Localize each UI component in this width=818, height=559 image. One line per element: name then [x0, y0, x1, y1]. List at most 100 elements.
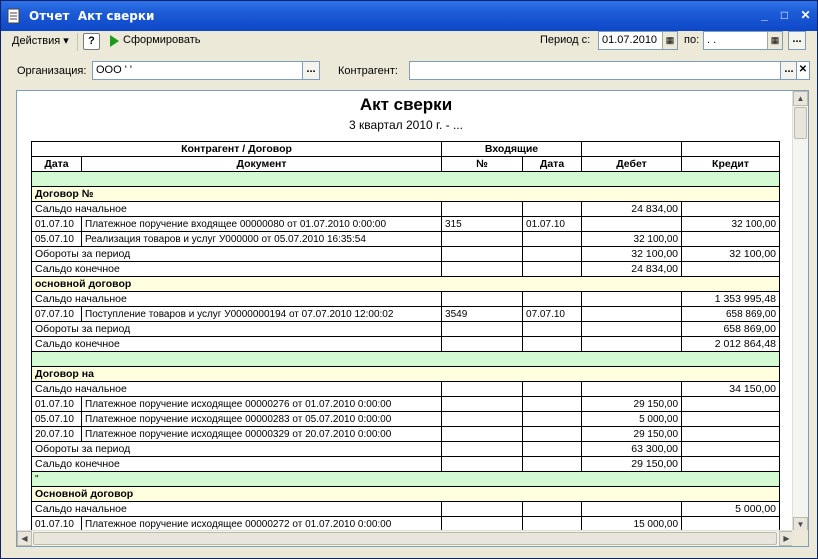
header-credit: Кредит: [681, 156, 781, 172]
toolbar-separator: [77, 33, 78, 51]
period-to-value: . .: [707, 34, 717, 46]
close-icon[interactable]: ✕: [796, 7, 815, 25]
table-row[interactable]: 01.07.10 Платежное поручение входящее 000…: [31, 216, 781, 232]
incoming-date-cell: [522, 261, 583, 277]
debit-cell: 29 150,00: [581, 426, 683, 442]
header-contractor-contract: Контрагент / Договор: [30, 141, 443, 157]
organization-select-button[interactable]: ...: [302, 61, 320, 80]
contract-cell: Основной договор: [30, 486, 781, 502]
minimize-icon[interactable]: _: [755, 7, 774, 25]
incoming-date-cell: [522, 426, 583, 442]
calendar-icon[interactable]: ▦: [662, 32, 677, 49]
contractor-input[interactable]: [409, 61, 781, 80]
contract-cell: Договор на: [30, 366, 781, 382]
table-row[interactable]: Сальдо начальное 34 150,00: [30, 381, 781, 397]
debit-cell: [581, 336, 683, 352]
table-row[interactable]: Обороты за период 63 300,00: [30, 441, 781, 457]
table-row[interactable]: Обороты за период 658 869,00: [30, 321, 781, 337]
actions-menu[interactable]: Действия ▾: [12, 34, 69, 47]
contractor-cell: [30, 171, 781, 187]
incoming-date-cell: [522, 336, 583, 352]
number-cell: [441, 336, 524, 352]
credit-cell: [681, 201, 781, 217]
debit-cell: 32 100,00: [581, 231, 683, 247]
credit-cell: [681, 231, 781, 247]
generate-button[interactable]: Сформировать: [123, 34, 201, 46]
table-row[interactable]: [30, 171, 781, 187]
organization-input[interactable]: ООО ' ': [92, 61, 303, 80]
row-label-cell: Обороты за период: [30, 321, 443, 337]
number-cell: [441, 321, 524, 337]
horizontal-scroll-thumb[interactable]: [33, 532, 777, 545]
table-row[interactable]: Сальдо начальное 24 834,00: [30, 201, 781, 217]
table-row[interactable]: 05.07.10 Платежное поручение исходящее 00…: [31, 411, 781, 427]
credit-cell: [681, 426, 781, 442]
table-row[interactable]: Сальдо начальное 1 353 995,48: [30, 291, 781, 307]
row-label-cell: Сальдо начальное: [30, 201, 443, 217]
credit-cell: 658 869,00: [681, 321, 781, 337]
table-row[interactable]: Договор №: [30, 186, 781, 202]
date-cell: 01.07.10: [31, 216, 82, 232]
incoming-date-cell: [522, 321, 583, 337]
table-row[interactable]: 20.07.10 Платежное поручение исходящее 00…: [31, 426, 781, 442]
help-icon[interactable]: ?: [83, 33, 100, 50]
scroll-left-icon[interactable]: ◀: [17, 531, 32, 546]
header-debit: Дебет: [581, 156, 683, 172]
calendar-icon[interactable]: ▦: [767, 32, 782, 49]
table-row[interactable]: 01.07.10 Платежное поручение исходящее 00…: [31, 396, 781, 412]
debit-cell: 29 150,00: [581, 456, 683, 472]
row-label-cell: Обороты за период: [30, 246, 443, 262]
play-icon[interactable]: [110, 35, 119, 47]
credit-cell: 2 012 864,48: [681, 336, 781, 352]
table-row[interactable]: Основной договор: [30, 486, 781, 502]
table-row[interactable]: Договор на: [30, 366, 781, 382]
debit-cell: [581, 321, 683, 337]
incoming-date-cell: [522, 231, 583, 247]
scroll-up-icon[interactable]: ▲: [793, 91, 808, 106]
table-row[interactable]: ": [30, 471, 781, 487]
credit-cell: [681, 411, 781, 427]
document-cell: Платежное поручение исходящее 00000329 о…: [80, 426, 443, 442]
table-row[interactable]: Сальдо конечное 29 150,00: [30, 456, 781, 472]
incoming-date-cell: 07.07.10: [522, 306, 583, 322]
period-to-input[interactable]: . . ▦: [703, 31, 783, 50]
row-label-cell: Сальдо конечное: [30, 336, 443, 352]
period-from-label: Период с:: [540, 34, 591, 46]
credit-cell: [681, 456, 781, 472]
debit-cell: [581, 501, 683, 517]
period-from-input[interactable]: 01.07.2010 ▦: [598, 31, 678, 50]
vertical-scrollbar[interactable]: ▲ ▼: [792, 91, 808, 532]
debit-cell: 24 834,00: [581, 201, 683, 217]
toolbar: Действия ▾ ? Сформировать Период с: по:: [1, 31, 817, 53]
date-cell: 05.07.10: [31, 411, 82, 427]
credit-cell: 1 353 995,48: [681, 291, 781, 307]
table-row[interactable]: [30, 351, 781, 367]
contractor-cell: [30, 351, 781, 367]
number-cell: [441, 201, 524, 217]
table-row[interactable]: 07.07.10 Поступление товаров и услуг У000…: [31, 306, 781, 322]
debit-cell: 63 300,00: [581, 441, 683, 457]
maximize-icon[interactable]: □: [775, 7, 794, 25]
document-cell: Платежное поручение исходящее 00000283 о…: [80, 411, 443, 427]
table-row[interactable]: Сальдо конечное 2 012 864,48: [30, 336, 781, 352]
incoming-date-cell: [522, 441, 583, 457]
incoming-date-cell: [522, 456, 583, 472]
incoming-date-cell: [522, 501, 583, 517]
table-row[interactable]: Обороты за период 32 100,00 32 100,00: [30, 246, 781, 262]
table-row[interactable]: Сальдо конечное 24 834,00: [30, 261, 781, 277]
header-number: №: [441, 156, 524, 172]
table-row[interactable]: Сальдо начальное 5 000,00: [30, 501, 781, 517]
table-row[interactable]: основной договор: [30, 276, 781, 292]
document-cell: Реализация товаров и услуг У000000 от 05…: [80, 231, 443, 247]
vertical-scroll-thumb[interactable]: [794, 107, 807, 139]
header-empty: [581, 141, 683, 157]
contractor-clear-icon[interactable]: ✕: [796, 61, 810, 80]
incoming-date-cell: 01.07.10: [522, 216, 583, 232]
period-to-label: по:: [684, 34, 700, 46]
period-select-button[interactable]: ...: [788, 31, 806, 50]
report-area[interactable]: Акт сверки 3 квартал 2010 г. - ... Контр…: [16, 90, 809, 547]
title-bar[interactable]: Отчет Акт сверки _ □ ✕: [1, 1, 817, 31]
horizontal-scrollbar[interactable]: ◀ ▶: [17, 530, 794, 546]
organization-label: Организация:: [17, 65, 87, 77]
table-row[interactable]: 05.07.10 Реализация товаров и услуг У0000…: [31, 231, 781, 247]
